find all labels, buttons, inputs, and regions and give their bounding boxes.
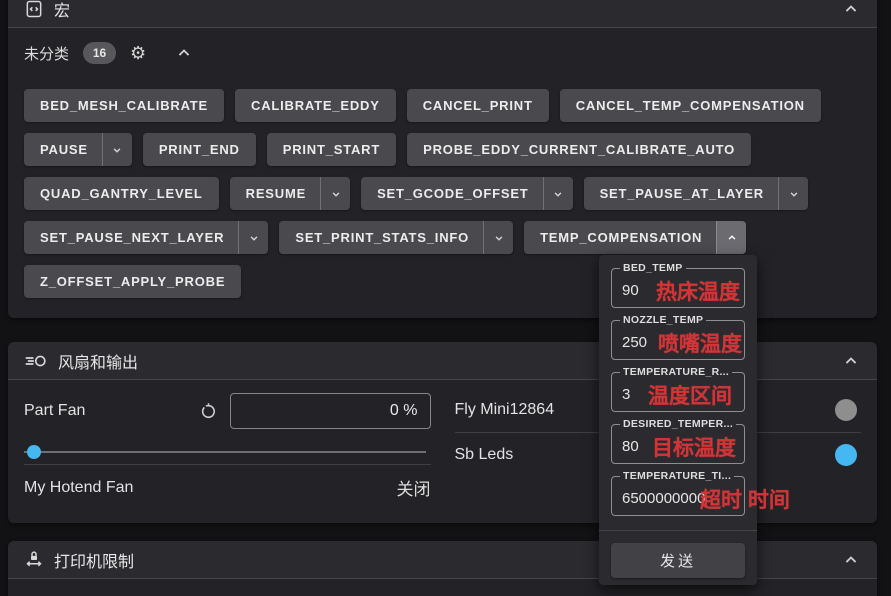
macro-row-1: BED_MESH_CALIBRATE CALIBRATE_EDDY CANCEL… xyxy=(8,89,877,122)
part-fan-row: Part Fan xyxy=(24,388,431,434)
param-input-bed-temp[interactable] xyxy=(612,269,744,307)
temp-compensation-params-dropdown: BED_TEMP 热床温度 NOZZLE_TEMP 喷嘴温度 TEMPERATU… xyxy=(599,255,757,585)
chevron-down-icon[interactable] xyxy=(238,221,268,254)
param-field-desired-temperature: DESIRED_TEMPER... 目标温度 xyxy=(611,424,745,464)
macro-button-z-offset-apply-probe[interactable]: Z_OFFSET_APPLY_PROBE xyxy=(24,265,241,298)
slider-track[interactable] xyxy=(24,451,426,453)
hotend-fan-label: My Hotend Fan xyxy=(24,479,397,497)
param-label: TEMPERATURE_TI... xyxy=(620,470,734,482)
macro-button-print-start[interactable]: PRINT_START xyxy=(267,133,396,166)
macro-button-probe-eddy-current-calibrate-auto[interactable]: PROBE_EDDY_CURRENT_CALIBRATE_AUTO xyxy=(407,133,751,166)
macro-category-row: 未分类 16 ⚙ xyxy=(8,28,877,78)
printer-dashboard: 宏 未分类 16 ⚙ BED_MESH_CALIBRATE CALIBRATE_… xyxy=(0,0,891,596)
macro-button-bed-mesh-calibrate[interactable]: BED_MESH_CALIBRATE xyxy=(24,89,224,122)
macro-button-quad-gantry-level[interactable]: QUAD_GANTRY_LEVEL xyxy=(24,177,219,210)
slider-thumb[interactable] xyxy=(27,445,41,459)
reset-icon[interactable] xyxy=(199,402,218,421)
macro-row-3: QUAD_GANTRY_LEVEL RESUME SET_GCODE_OFFSE… xyxy=(8,177,877,210)
macro-row-2: PAUSE PRINT_END PRINT_START PROBE_EDDY_C… xyxy=(8,133,877,166)
param-label: DESIRED_TEMPER... xyxy=(620,418,736,430)
param-label: TEMPERATURE_R... xyxy=(620,366,732,378)
led-toggle-off[interactable] xyxy=(835,399,857,421)
speed-limit-lock-icon xyxy=(24,550,44,570)
macros-panel-title: 宏 xyxy=(54,0,70,21)
macro-category-label: 未分类 xyxy=(24,43,69,64)
chevron-down-icon[interactable] xyxy=(320,177,350,210)
param-input-temperature-range[interactable] xyxy=(612,373,744,411)
macro-button-set-print-stats-info[interactable]: SET_PRINT_STATS_INFO xyxy=(279,221,513,254)
param-input-desired-temperature[interactable] xyxy=(612,425,744,463)
macros-panel-header: 宏 xyxy=(8,0,877,28)
macro-button-resume[interactable]: RESUME xyxy=(230,177,350,210)
macro-button-set-gcode-offset[interactable]: SET_GCODE_OFFSET xyxy=(361,177,573,210)
part-fan-label: Part Fan xyxy=(24,402,187,420)
macro-button-set-pause-at-layer[interactable]: SET_PAUSE_AT_LAYER xyxy=(584,177,808,210)
fan-icon xyxy=(24,352,48,370)
macro-button-cancel-temp-compensation[interactable]: CANCEL_TEMP_COMPENSATION xyxy=(560,89,821,122)
macro-count-badge: 16 xyxy=(83,42,116,64)
limits-panel-title: 打印机限制 xyxy=(54,548,134,572)
macro-button-set-pause-next-layer[interactable]: SET_PAUSE_NEXT_LAYER xyxy=(24,221,268,254)
hotend-fan-state: 关闭 xyxy=(397,475,431,500)
chevron-down-icon[interactable] xyxy=(543,177,573,210)
macro-row-4: SET_PAUSE_NEXT_LAYER SET_PRINT_STATS_INF… xyxy=(8,221,877,254)
macro-button-cancel-print[interactable]: CANCEL_PRINT xyxy=(407,89,549,122)
collapse-limits-chevron-up-icon[interactable] xyxy=(841,550,861,570)
chevron-down-icon[interactable] xyxy=(102,133,132,166)
gear-icon[interactable]: ⚙ xyxy=(130,44,146,62)
divider xyxy=(599,530,757,531)
collapse-macros-chevron-up-icon[interactable] xyxy=(841,0,861,19)
param-label: NOZZLE_TEMP xyxy=(620,314,706,326)
macro-button-calibrate-eddy[interactable]: CALIBRATE_EDDY xyxy=(235,89,396,122)
macro-button-temp-compensation[interactable]: TEMP_COMPENSATION xyxy=(524,221,746,254)
part-fan-slider[interactable] xyxy=(24,442,431,462)
macro-button-pause[interactable]: PAUSE xyxy=(24,133,132,166)
send-button[interactable]: 发送 xyxy=(611,543,745,578)
part-fan-speed-input[interactable] xyxy=(230,393,431,429)
param-field-temperature-timeout: TEMPERATURE_TI... 超时 时间 xyxy=(611,476,745,516)
chevron-down-icon[interactable] xyxy=(483,221,513,254)
collapse-category-chevron-up-icon[interactable] xyxy=(174,43,194,63)
macro-button-print-end[interactable]: PRINT_END xyxy=(143,133,256,166)
fans-left-column: Part Fan My Hotend Fan 关 xyxy=(24,388,431,510)
param-label: BED_TEMP xyxy=(620,262,686,274)
collapse-fans-chevron-up-icon[interactable] xyxy=(841,351,861,371)
led-toggle-on[interactable] xyxy=(835,444,857,466)
param-field-nozzle-temp: NOZZLE_TEMP 喷嘴温度 xyxy=(611,320,745,360)
hotend-fan-row: My Hotend Fan 关闭 xyxy=(24,465,431,510)
chevron-down-icon[interactable] xyxy=(778,177,808,210)
param-input-temperature-timeout[interactable] xyxy=(612,477,744,515)
chevron-up-icon[interactable] xyxy=(716,221,746,254)
fans-panel-title: 风扇和输出 xyxy=(58,349,138,373)
macro-icon xyxy=(24,0,44,19)
param-field-temperature-range: TEMPERATURE_R... 温度区间 xyxy=(611,372,745,412)
param-field-bed-temp: BED_TEMP 热床温度 xyxy=(611,268,745,308)
param-input-nozzle-temp[interactable] xyxy=(612,321,744,359)
